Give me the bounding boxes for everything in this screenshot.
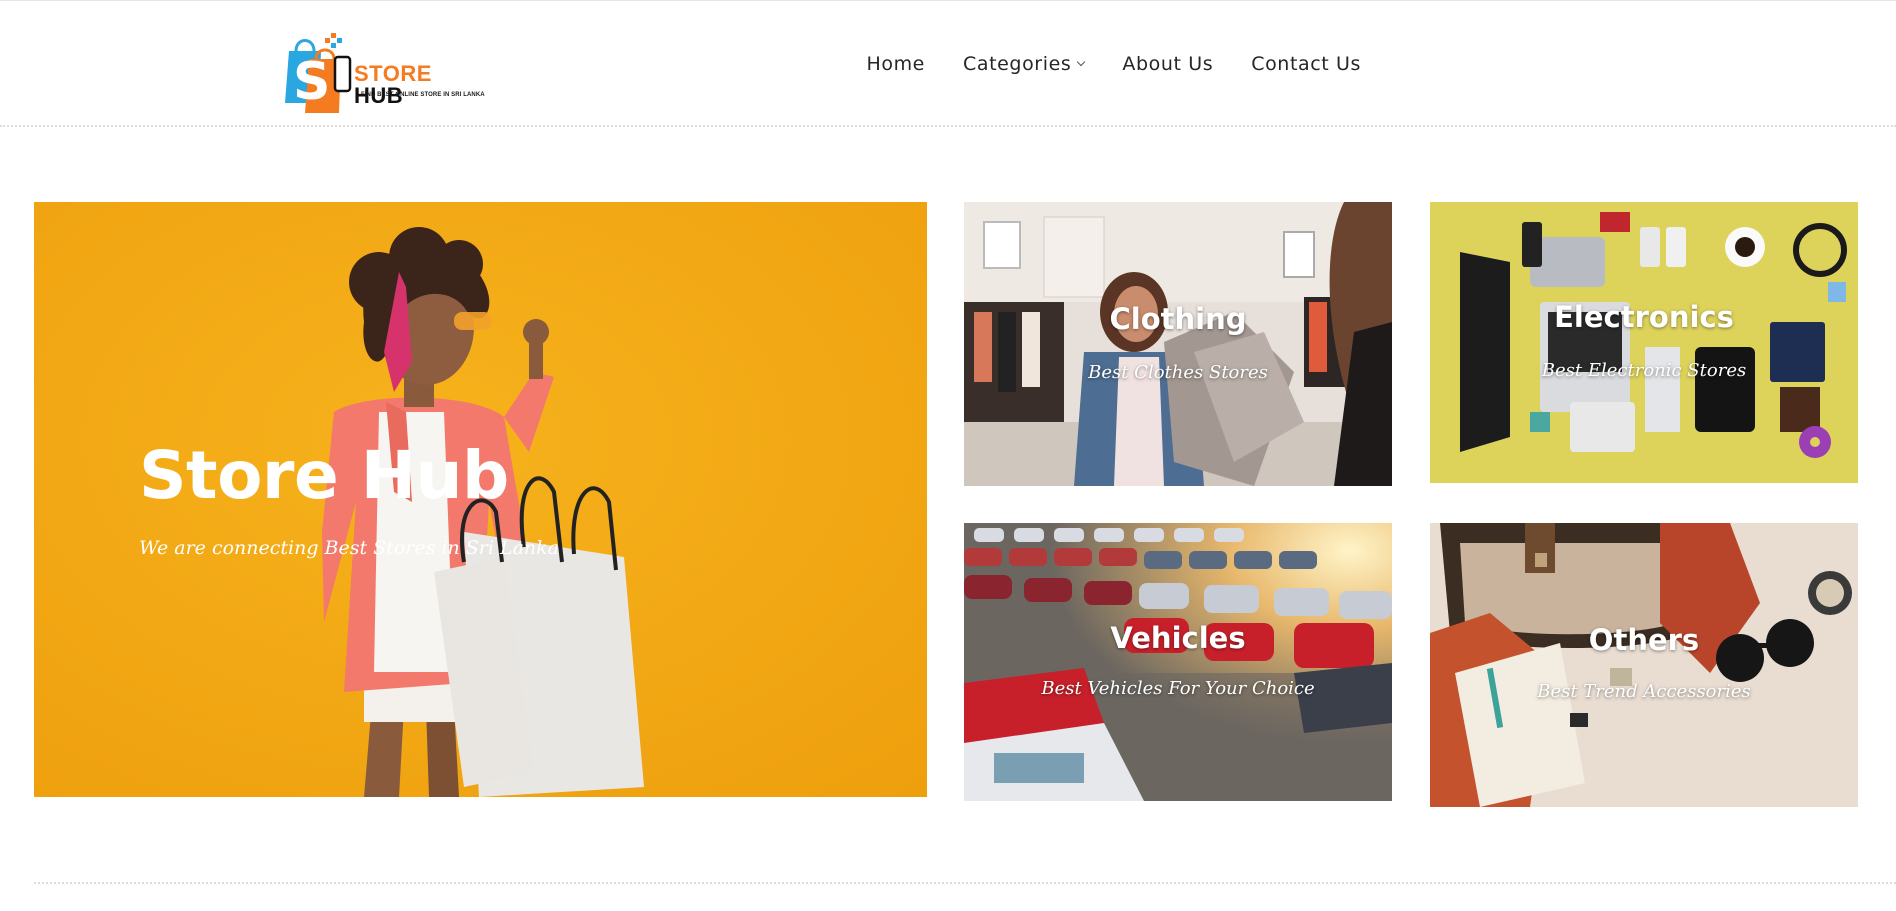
category-title-vehicles: Vehicles (1110, 621, 1246, 655)
section-divider (34, 882, 1896, 884)
nav-about-us[interactable]: About Us (1122, 53, 1213, 75)
category-card-electronics[interactable]: Electronics Best Electronic Stores (1430, 202, 1858, 483)
hero-title: Store Hub (139, 437, 509, 514)
logo-tagline: FIND BEST ONLINE STORE IN SRI LANKA (361, 92, 485, 98)
nav-categories-label: Categories (962, 53, 1072, 75)
others-overlay: Others Best Trend Accessories (1430, 523, 1858, 807)
category-card-clothing[interactable]: Clothing Best Clothes Stores (964, 202, 1392, 486)
nav-contact-label: Contact Us (1251, 53, 1361, 75)
category-card-vehicles[interactable]: Vehicles Best Vehicles For Your Choice (964, 523, 1392, 801)
site-header: S STORE HUB FIND BEST ONLINE STORE IN SR… (0, 0, 1896, 127)
store-hub-logo[interactable]: S STORE HUB FIND BEST ONLINE STORE IN SR… (283, 29, 485, 115)
shopping-bag-logo-icon: S (285, 33, 352, 113)
nav-home[interactable]: Home (866, 53, 925, 75)
electronics-overlay: Electronics Best Electronic Stores (1430, 202, 1858, 483)
header-divider (0, 125, 1896, 127)
category-subtitle-vehicles: Best Vehicles For Your Choice (1041, 678, 1315, 699)
clothing-overlay: Clothing Best Clothes Stores (964, 202, 1392, 486)
category-title-others: Others (1588, 623, 1700, 657)
nav-contact-us[interactable]: Contact Us (1251, 53, 1361, 75)
svg-text:S: S (293, 52, 330, 112)
main-nav: Home Categories About Us Contact Us (866, 53, 1361, 75)
category-subtitle-clothing: Best Clothes Stores (1088, 362, 1268, 383)
category-subtitle-others: Best Trend Accessories (1537, 681, 1751, 702)
category-title-clothing: Clothing (1109, 302, 1247, 336)
hero-subtitle: We are connecting Best Stores in Sri Lan… (139, 537, 559, 559)
hero-overlay: Store Hub We are connecting Best Stores … (34, 202, 927, 797)
nav-categories[interactable]: Categories (962, 53, 1086, 75)
chevron-down-icon (1077, 57, 1086, 67)
logo-wordmark: STORE HUB (354, 63, 473, 107)
nav-about-label: About Us (1122, 53, 1214, 75)
category-subtitle-electronics: Best Electronic Stores (1541, 360, 1747, 381)
category-card-others[interactable]: Others Best Trend Accessories (1430, 523, 1858, 807)
hero-banner[interactable]: Store Hub We are connecting Best Stores … (34, 202, 927, 797)
vehicles-overlay: Vehicles Best Vehicles For Your Choice (964, 523, 1392, 801)
nav-home-label: Home (866, 53, 925, 75)
category-title-electronics: Electronics (1554, 300, 1734, 334)
